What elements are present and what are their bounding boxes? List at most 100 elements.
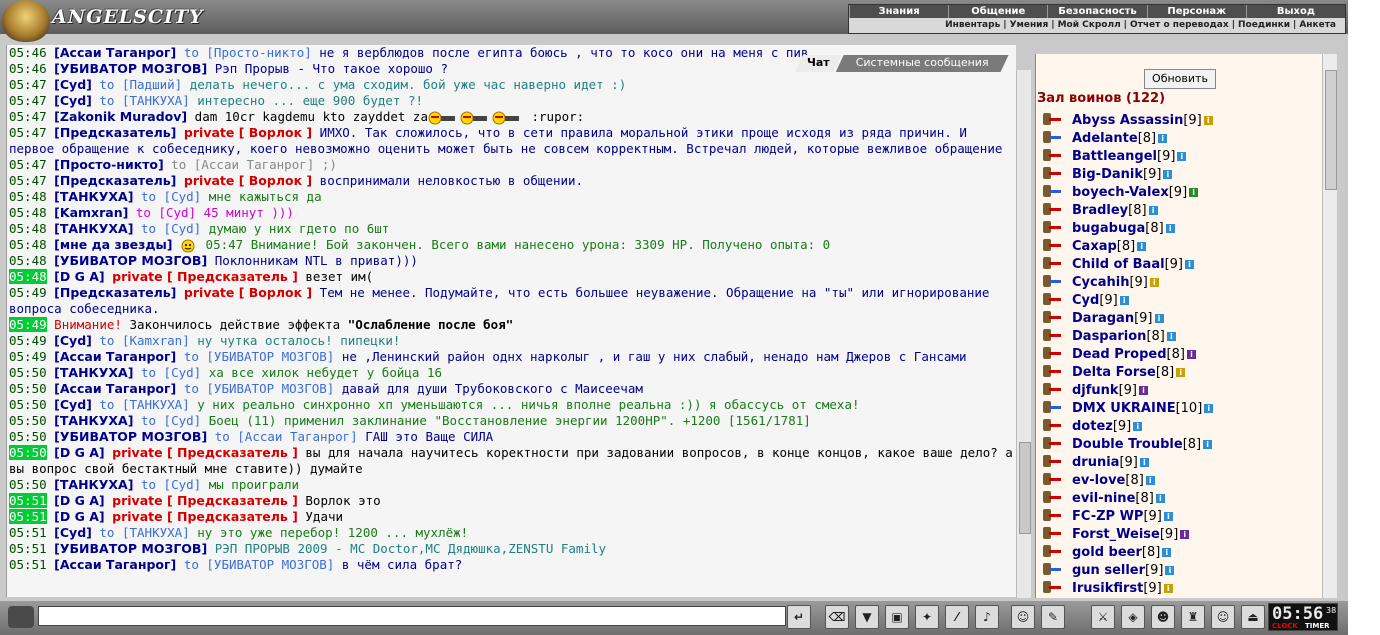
chat-recipient[interactable]: to [Cyd] — [141, 413, 201, 428]
user-private-icon[interactable] — [1040, 382, 1062, 398]
user-private-icon[interactable] — [1040, 238, 1062, 254]
user-name[interactable]: dotez — [1072, 419, 1113, 434]
save-icon[interactable]: ▣ — [885, 605, 909, 629]
chat-recipient[interactable]: to [Cyd] — [141, 221, 201, 236]
chat-nick[interactable]: [Ассаи Таганрог] — [54, 557, 176, 572]
bag-icon[interactable]: ◈ — [1121, 605, 1145, 629]
user-list-item[interactable]: gold beer [8] i — [1040, 543, 1320, 561]
user-name[interactable]: Irusikfirst — [1072, 581, 1143, 596]
user-name[interactable]: Dead Proped — [1072, 347, 1167, 362]
chat-nick[interactable]: [Cyd] — [54, 397, 92, 412]
user-name[interactable]: Battleangel — [1072, 149, 1157, 164]
user-list-item[interactable]: Child of Baal [9] i — [1040, 255, 1320, 273]
user-list-item[interactable]: Bradley [8] i — [1040, 201, 1320, 219]
chat-recipient[interactable]: to [Просто-никто] — [184, 45, 312, 60]
user-list-item[interactable]: drunia [9] i — [1040, 453, 1320, 471]
user-list-item[interactable]: djfunk [9] i — [1040, 381, 1320, 399]
user-list-item[interactable]: Dead Proped [8] i — [1040, 345, 1320, 363]
private-target[interactable]: private [ Предсказатель ] — [112, 445, 298, 460]
user-private-icon[interactable] — [1040, 580, 1062, 596]
chat-nick[interactable]: [ТАНКУХА] — [54, 365, 133, 380]
chat-recipient[interactable]: to [Kamxran] — [99, 333, 189, 348]
user-info-icon[interactable]: i — [1176, 367, 1186, 377]
chat-mode-icon[interactable] — [8, 606, 34, 628]
chat-nick[interactable]: [УБИВАТОР МОЗГОВ] — [54, 253, 207, 268]
user-private-icon[interactable] — [1040, 418, 1062, 434]
user-private-icon[interactable] — [1040, 256, 1062, 272]
clear-icon[interactable]: ⌫ — [825, 605, 849, 629]
user-list-item[interactable]: Irusikfirst [9] i — [1040, 579, 1320, 597]
attack-icon[interactable]: ⚔ — [1091, 605, 1115, 629]
user-private-icon[interactable] — [1040, 454, 1062, 470]
chat-recipient[interactable]: to [Ассаи Таганрог] — [215, 429, 358, 444]
mask-icon[interactable]: ☻ — [1151, 605, 1175, 629]
chat-recipient[interactable]: to [ТАНКУХА] — [99, 525, 189, 540]
chat-nick[interactable]: [Ассаи Таганрог] — [54, 45, 176, 60]
chat-nick[interactable]: [D G A] — [54, 269, 104, 284]
user-private-icon[interactable] — [1040, 400, 1062, 416]
user-list-item[interactable]: Daragan [9] i — [1040, 309, 1320, 327]
user-info-icon[interactable]: i — [1163, 583, 1173, 593]
user-list-item[interactable]: Dasparion [8] i — [1040, 327, 1320, 345]
chat-nick[interactable]: [ТАНКУХА] — [54, 189, 133, 204]
user-private-icon[interactable] — [1040, 526, 1062, 542]
chat-recipient[interactable]: to [УБИВАТОР МОЗГОВ] — [184, 557, 335, 572]
user-info-icon[interactable]: i — [1163, 169, 1173, 179]
user-info-icon[interactable]: i — [1186, 349, 1196, 359]
user-list-item[interactable]: Cycahih [9] i — [1040, 273, 1320, 291]
private-target[interactable]: private [ Предсказатель ] — [112, 493, 298, 508]
user-name[interactable]: Forst_Weise — [1072, 527, 1160, 542]
user-name[interactable]: drunia — [1072, 455, 1119, 470]
user-info-icon[interactable]: i — [1189, 187, 1199, 197]
chat-nick[interactable]: [ТАНКУХА] — [54, 221, 133, 236]
user-info-icon[interactable]: i — [1119, 295, 1129, 305]
user-list-item[interactable]: gun seller [9] i — [1040, 561, 1320, 579]
chat-nick[interactable]: [Cyd] — [54, 77, 92, 92]
chat-log[interactable]: 05:46 [Ассаи Таганрог] to [Просто-никто]… — [6, 45, 1016, 597]
user-info-icon[interactable]: i — [1137, 241, 1147, 251]
menu-item-communication[interactable]: Общение — [948, 5, 1047, 18]
user-list-item[interactable]: bugabuga [8] i — [1040, 219, 1320, 237]
chat-nick[interactable]: [Предсказатель] — [54, 125, 176, 140]
refresh-button[interactable]: Обновить — [1144, 69, 1216, 89]
user-private-icon[interactable] — [1040, 292, 1062, 308]
user-list-item[interactable]: Cyd [9] i — [1040, 291, 1320, 309]
chat-nick[interactable]: [ТАНКУХА] — [54, 477, 133, 492]
chat-scrollbar[interactable] — [1016, 70, 1031, 598]
chat-recipient[interactable]: to [Cyd] — [141, 189, 201, 204]
user-name[interactable]: bugabuga — [1072, 221, 1145, 236]
chat-recipient[interactable]: to [Ассаи Таганрог] — [171, 157, 314, 172]
user-info-icon[interactable]: i — [1177, 151, 1187, 161]
user-private-icon[interactable] — [1040, 436, 1062, 452]
sound-icon[interactable]: ♪ — [975, 605, 999, 629]
user-list-item[interactable]: Adelante [8] i — [1040, 129, 1320, 147]
menu-item-knowledge[interactable]: Знания — [849, 5, 948, 18]
translit-icon[interactable]: ⁄ — [945, 605, 969, 629]
user-private-icon[interactable] — [1040, 544, 1062, 560]
user-info-icon[interactable]: i — [1165, 223, 1175, 233]
user-private-icon[interactable] — [1040, 472, 1062, 488]
settings-icon[interactable]: ✎ — [1041, 605, 1065, 629]
user-list-item[interactable]: DMX UKRAINE [10] i — [1040, 399, 1320, 417]
user-name[interactable]: evil-nine — [1072, 491, 1135, 506]
user-name[interactable]: Adelante — [1072, 131, 1138, 146]
user-list-item[interactable]: Battleangel [9] i — [1040, 147, 1320, 165]
user-name[interactable]: boyech-Valex — [1072, 185, 1169, 200]
menu-item-profile[interactable]: Анкета — [1296, 18, 1339, 32]
user-name[interactable]: Child of Baal — [1072, 257, 1165, 272]
chat-nick[interactable]: [Ассаи Таганрог] — [54, 381, 176, 396]
user-info-icon[interactable]: i — [1133, 421, 1143, 431]
chat-nick[interactable]: [УБИВАТОР МОЗГОВ] — [54, 429, 207, 444]
smiley-icon[interactable]: ☺ — [1011, 605, 1035, 629]
user-list-item[interactable]: Abyss Assassin [9] i — [1040, 111, 1320, 129]
chat-nick[interactable]: [Zakonik Muradov] — [54, 109, 187, 124]
user-info-icon[interactable]: i — [1163, 511, 1173, 521]
private-target[interactable]: private [ Предсказатель ] — [112, 269, 298, 284]
chat-nick[interactable]: [Просто-никто] — [54, 157, 164, 172]
chat-recipient[interactable]: to [УБИВАТОР МОЗГОВ] — [184, 381, 335, 396]
user-name[interactable]: Caxap — [1072, 239, 1117, 254]
user-list-item[interactable]: Big-Danik [9] i — [1040, 165, 1320, 183]
menu-item-duels[interactable]: Поединки — [1235, 18, 1293, 32]
chat-recipient[interactable]: to [ТАНКУХА] — [99, 93, 189, 108]
chat-nick[interactable]: [D G A] — [54, 493, 104, 508]
